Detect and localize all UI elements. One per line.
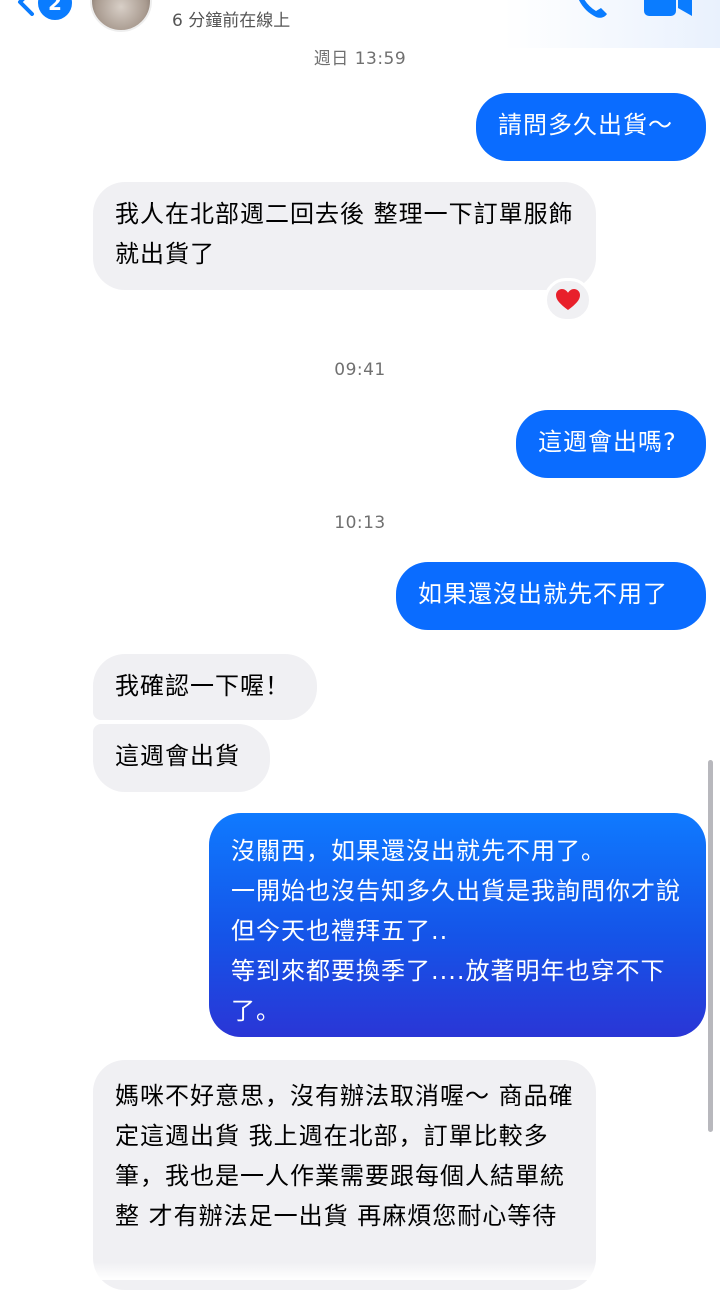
incoming-message[interactable]: 媽咪不好意思，沒有辦法取消喔～ 商品確定這週出貨 我上週在北部，訂單比較多筆，我…: [93, 1060, 596, 1290]
chat-header: 2 6 分鐘前在線上: [0, 0, 720, 48]
heart-icon: [556, 289, 580, 310]
presence-status: 6 分鐘前在線上: [172, 11, 291, 31]
reaction-badge[interactable]: [544, 278, 592, 322]
bottom-fade: [0, 1262, 720, 1280]
timestamp: 10:13: [334, 513, 386, 533]
incoming-message[interactable]: 我人在北部週二回去後 整理一下訂單服飾 就出貨了: [93, 182, 596, 290]
timestamp: 09:41: [334, 360, 386, 380]
phone-icon[interactable]: [570, 0, 610, 22]
timestamp: 週日 13:59: [313, 49, 407, 69]
unread-count-badge: 2: [38, 0, 72, 20]
outgoing-message[interactable]: 這週會出嗎?: [516, 410, 706, 478]
incoming-message[interactable]: 我確認一下喔！: [93, 654, 317, 720]
video-camera-icon[interactable]: [644, 0, 694, 18]
scrollbar[interactable]: [708, 760, 713, 1132]
outgoing-message[interactable]: 請問多久出貨～: [476, 93, 706, 161]
back-button[interactable]: [10, 0, 40, 16]
outgoing-message[interactable]: 如果還沒出就先不用了: [396, 562, 706, 630]
contact-avatar[interactable]: [90, 0, 152, 32]
outgoing-message[interactable]: 沒關西，如果還沒出就先不用了。 一開始也沒告知多久出貨是我詢問你才說但今天也禮拜…: [209, 813, 706, 1037]
incoming-message[interactable]: 這週會出貨: [93, 724, 270, 792]
chevron-left-icon: [18, 0, 34, 16]
